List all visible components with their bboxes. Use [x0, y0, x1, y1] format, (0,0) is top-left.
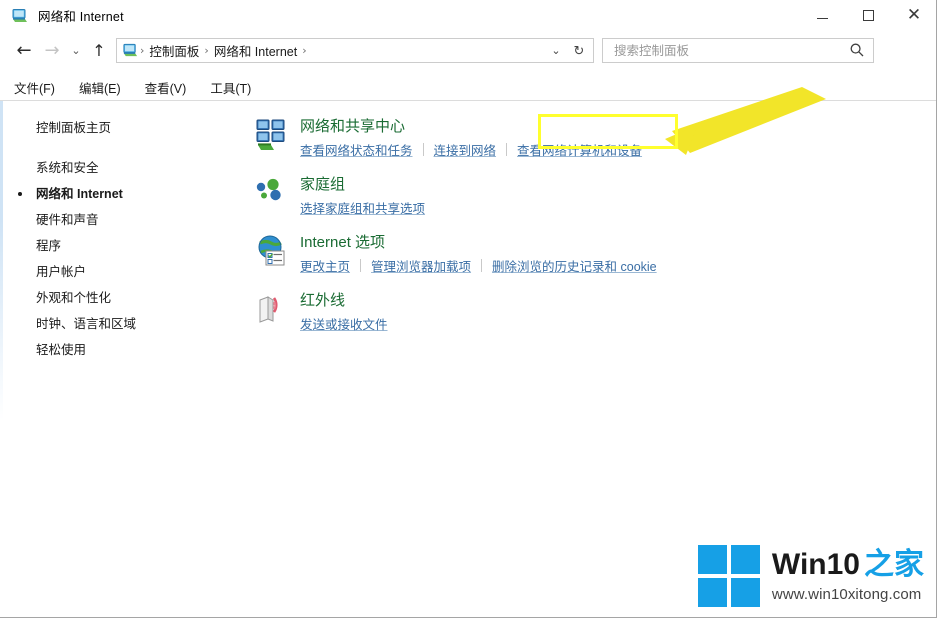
menu-bar: 文件(F) 编辑(E) 查看(V) 工具(T)	[0, 74, 936, 100]
category-body: 红外线 发送或接收文件	[300, 289, 388, 333]
forward-arrow-icon[interactable]: →	[38, 37, 66, 65]
chevron-down-icon[interactable]: ⌄	[66, 37, 86, 65]
control-panel-window: 网络和 Internet ✕ ← → ⌄ ↑ › 控制面板 › 网络和 Inte…	[0, 0, 937, 618]
category-links: 查看网络状态和任务 连接到网络 查看网络计算机和设备	[300, 140, 642, 159]
address-bar[interactable]: › 控制面板 › 网络和 Internet › ⌄ ↻	[116, 38, 594, 63]
search-box[interactable]	[602, 38, 874, 63]
sidebar: 控制面板主页 系统和安全 网络和 Internet 硬件和声音 程序 用户帐户 …	[3, 101, 240, 617]
link-view-network-computers[interactable]: 查看网络计算机和设备	[517, 140, 642, 159]
category-network-sharing-center: 网络和共享中心 查看网络状态和任务 连接到网络 查看网络计算机和设备	[240, 115, 936, 173]
menu-view[interactable]: 查看(V)	[135, 75, 197, 100]
category-links: 选择家庭组和共享选项	[300, 198, 425, 217]
watermark-text: Win10 之家 www.win10xitong.com	[771, 547, 924, 603]
category-body: 家庭组 选择家庭组和共享选项	[300, 173, 425, 217]
link-divider	[506, 143, 508, 156]
category-body: Internet 选项 更改主页 管理浏览器加载项 删除浏览的历史记录和 coo…	[300, 231, 657, 275]
sidebar-item-network-internet[interactable]: 网络和 Internet	[3, 181, 240, 207]
link-choose-homegroup-options[interactable]: 选择家庭组和共享选项	[300, 198, 425, 217]
menu-file[interactable]: 文件(F)	[4, 75, 65, 100]
breadcrumb-separator: ›	[302, 44, 307, 57]
search-input[interactable]	[612, 42, 840, 59]
infrared-icon	[255, 292, 289, 326]
breadcrumb-control-panel[interactable]: 控制面板	[145, 41, 203, 60]
homegroup-icon	[255, 176, 289, 210]
category-links: 发送或接收文件	[300, 314, 388, 333]
link-divider	[481, 259, 483, 272]
link-divider	[360, 259, 362, 272]
breadcrumb-network-internet[interactable]: 网络和 Internet	[210, 41, 301, 60]
category-title-homegroup[interactable]: 家庭组	[300, 174, 345, 195]
category-title-network-sharing-center[interactable]: 网络和共享中心	[300, 116, 405, 137]
sidebar-item-home[interactable]: 控制面板主页	[3, 115, 240, 141]
window-title: 网络和 Internet	[38, 10, 124, 24]
search-icon[interactable]	[849, 42, 865, 58]
menu-tools[interactable]: 工具(T)	[200, 75, 261, 100]
watermark-brand-en: Win10	[771, 547, 860, 581]
watermark-brand-cn: 之家	[864, 547, 924, 581]
window-controls: ✕	[799, 0, 936, 31]
network-sharing-center-icon	[255, 118, 289, 152]
minimize-button[interactable]	[799, 0, 845, 31]
back-arrow-icon[interactable]: ←	[10, 37, 38, 65]
internet-options-icon	[255, 234, 289, 268]
watermark-url: www.win10xitong.com	[771, 585, 922, 603]
watermark-brand: Win10 之家	[771, 547, 924, 581]
network-folder-icon	[11, 7, 29, 25]
link-connect-to-network[interactable]: 连接到网络	[434, 140, 497, 159]
category-title-infrared[interactable]: 红外线	[300, 290, 345, 311]
refresh-icon[interactable]: ↻	[567, 39, 591, 62]
link-view-network-status[interactable]: 查看网络状态和任务	[300, 140, 413, 159]
close-button[interactable]: ✕	[891, 0, 936, 31]
control-panel-icon	[122, 42, 139, 59]
link-send-receive-files[interactable]: 发送或接收文件	[300, 314, 388, 333]
category-body: 网络和共享中心 查看网络状态和任务 连接到网络 查看网络计算机和设备	[300, 115, 642, 159]
sidebar-item-system-security[interactable]: 系统和安全	[3, 155, 240, 181]
category-internet-options: Internet 选项 更改主页 管理浏览器加载项 删除浏览的历史记录和 coo…	[240, 231, 936, 289]
watermark: Win10 之家 www.win10xitong.com	[697, 545, 924, 607]
link-change-homepage[interactable]: 更改主页	[300, 256, 350, 275]
link-manage-browser-addons[interactable]: 管理浏览器加载项	[371, 256, 471, 275]
address-dropdown-icon[interactable]: ⌄	[545, 39, 567, 62]
sidebar-item-clock-language[interactable]: 时钟、语言和区域	[3, 311, 240, 337]
link-delete-history-cookies[interactable]: 删除浏览的历史记录和 cookie	[492, 256, 657, 275]
sidebar-item-programs[interactable]: 程序	[3, 233, 240, 259]
category-list: 网络和共享中心 查看网络状态和任务 连接到网络 查看网络计算机和设备 家庭组 选…	[240, 87, 936, 617]
windows-logo-icon	[697, 545, 760, 607]
category-title-internet-options[interactable]: Internet 选项	[300, 232, 385, 253]
sidebar-item-user-accounts[interactable]: 用户帐户	[3, 259, 240, 285]
category-infrared: 红外线 发送或接收文件	[240, 289, 936, 347]
sidebar-item-appearance[interactable]: 外观和个性化	[3, 285, 240, 311]
category-links: 更改主页 管理浏览器加载项 删除浏览的历史记录和 cookie	[300, 256, 657, 275]
title-bar: 网络和 Internet ✕	[0, 0, 936, 31]
sidebar-item-ease-of-access[interactable]: 轻松使用	[3, 337, 240, 363]
maximize-button[interactable]	[845, 0, 891, 31]
sidebar-item-hardware-sound[interactable]: 硬件和声音	[3, 207, 240, 233]
link-divider	[422, 143, 424, 156]
content-area: 控制面板主页 系统和安全 网络和 Internet 硬件和声音 程序 用户帐户 …	[0, 87, 936, 617]
address-bar-row: ← → ⌄ ↑ › 控制面板 › 网络和 Internet › ⌄ ↻	[0, 31, 936, 70]
category-homegroup: 家庭组 选择家庭组和共享选项	[240, 173, 936, 231]
menu-edit[interactable]: 编辑(E)	[69, 75, 131, 100]
up-arrow-icon[interactable]: ↑	[86, 37, 112, 65]
